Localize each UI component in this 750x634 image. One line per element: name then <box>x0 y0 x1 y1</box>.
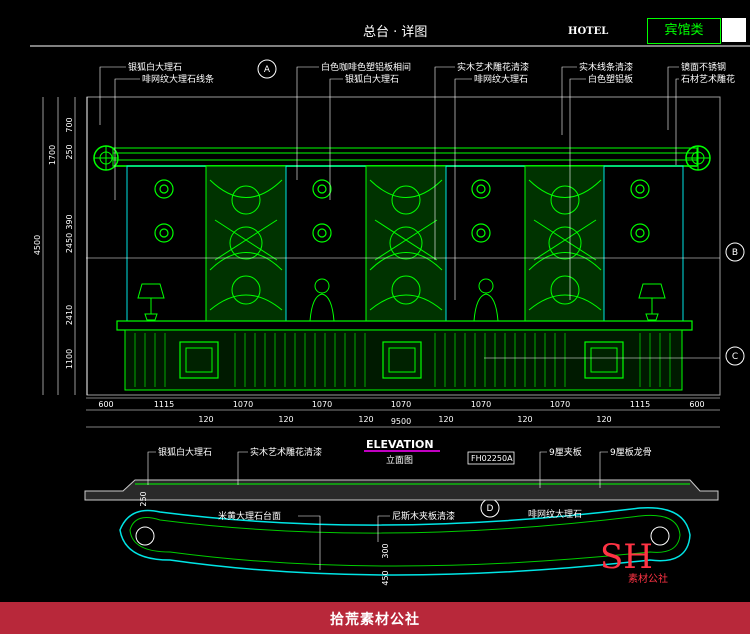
left-dimension-chain: 700 250 1700 390 2450 4500 2410 1100 <box>33 97 76 395</box>
svg-text:A: A <box>264 65 271 75</box>
cornice-band <box>112 147 698 167</box>
cad-elevation-drawing: 总台 · 详图 HOTEL A B C D 银狐白大理石 啡网纹大理石线条 白色… <box>30 25 750 586</box>
svg-text:250: 250 <box>65 144 74 159</box>
svg-text:450: 450 <box>381 570 390 585</box>
rosette-right <box>685 145 711 171</box>
elevation-subtitle: 立面图 <box>386 454 413 466</box>
section-marker-d: D <box>480 498 500 518</box>
svg-text:9厘板龙骨: 9厘板龙骨 <box>610 446 652 458</box>
svg-text:实木艺术雕花清漆: 实木艺术雕花清漆 <box>250 446 322 458</box>
svg-text:1070: 1070 <box>550 400 570 409</box>
callout-label: 镜面不锈钢 <box>681 61 726 73</box>
svg-text:600: 600 <box>689 400 704 409</box>
callout-label: 银狐白大理石 <box>345 73 399 85</box>
section-marker-c: C <box>725 346 745 366</box>
svg-text:D: D <box>487 504 494 514</box>
top-callouts: 银狐白大理石 啡网纹大理石线条 白色咖啡色塑铝板相间 银狐白大理石 实木艺术雕花… <box>128 61 735 85</box>
section-marker-a: A <box>257 59 277 79</box>
footer-bar: 拾荒素材公社 <box>0 602 750 634</box>
svg-text:4500: 4500 <box>33 235 42 255</box>
svg-text:1100: 1100 <box>65 349 74 369</box>
elevation-caption: ELEVATION 立面图 FH02250A <box>364 438 515 466</box>
footer-text: 拾荒素材公社 <box>330 612 420 628</box>
reception-counter <box>116 320 693 391</box>
category-badge: 宾馆类 <box>647 18 721 44</box>
svg-text:9厘夹板: 9厘夹板 <box>549 446 582 458</box>
svg-text:1070: 1070 <box>391 400 411 409</box>
lamp-left <box>137 283 165 321</box>
wall-panels <box>126 165 684 322</box>
callout-label: 银狐白大理石 <box>128 61 182 73</box>
section-marker-b: B <box>725 242 745 262</box>
plan-callouts: 银狐白大理石 实木艺术雕花清漆 9厘夹板 9厘板龙骨 米黄大理石台面 尼斯木夹板… <box>139 446 652 586</box>
svg-text:1070: 1070 <box>471 400 491 409</box>
callout-label: 白色塑铝板 <box>588 73 633 85</box>
rosette-left <box>93 145 119 171</box>
callout-label: 白色咖啡色塑铝板相间 <box>321 61 411 73</box>
callout-label: 啡网纹大理石 <box>474 73 528 85</box>
svg-text:700: 700 <box>65 117 74 132</box>
drawing-code: FH02250A <box>471 454 513 463</box>
svg-text:C: C <box>732 352 738 362</box>
figure-left <box>309 278 335 322</box>
svg-text:120: 120 <box>278 415 293 424</box>
watermark-text: 素材公社 <box>628 572 668 585</box>
svg-text:120: 120 <box>596 415 611 424</box>
svg-text:1115: 1115 <box>154 400 174 409</box>
svg-text:银狐白大理石: 银狐白大理石 <box>158 446 212 458</box>
lamp-right <box>638 283 666 321</box>
svg-text:390: 390 <box>65 214 74 229</box>
drawing-title: 总台 · 详图 <box>363 25 427 40</box>
svg-text:2450: 2450 <box>65 233 74 253</box>
callout-label: 实木艺术雕花清漆 <box>457 61 529 73</box>
svg-text:啡网纹大理石: 啡网纹大理石 <box>528 508 582 520</box>
svg-text:300: 300 <box>381 543 390 558</box>
svg-text:1700: 1700 <box>48 145 57 165</box>
callout-label: 石材艺术雕花 <box>681 73 735 85</box>
figure-right <box>473 278 499 322</box>
svg-text:1070: 1070 <box>312 400 332 409</box>
elevation-title: ELEVATION <box>366 438 434 451</box>
svg-text:120: 120 <box>358 415 373 424</box>
svg-text:1070: 1070 <box>233 400 253 409</box>
callout-label: 实木线条清漆 <box>579 61 633 73</box>
watermark-logo: SH <box>600 537 653 577</box>
svg-text:B: B <box>732 248 738 258</box>
total-width: 9500 <box>391 417 411 426</box>
hotel-label: HOTEL <box>568 26 608 37</box>
svg-text:600: 600 <box>98 400 113 409</box>
svg-text:120: 120 <box>517 415 532 424</box>
bottom-dimension-chain: 600 1115 1070 1070 1070 1070 1070 1115 6… <box>86 397 720 428</box>
svg-text:250: 250 <box>139 491 148 506</box>
svg-text:120: 120 <box>198 415 213 424</box>
svg-text:尼斯木夹板清漆: 尼斯木夹板清漆 <box>392 510 455 522</box>
building-icon <box>722 18 746 42</box>
svg-text:120: 120 <box>438 415 453 424</box>
svg-text:1115: 1115 <box>630 400 650 409</box>
svg-text:米黄大理石台面: 米黄大理石台面 <box>218 510 281 522</box>
callout-label: 啡网纹大理石线条 <box>142 73 214 85</box>
svg-text:2410: 2410 <box>65 305 74 325</box>
